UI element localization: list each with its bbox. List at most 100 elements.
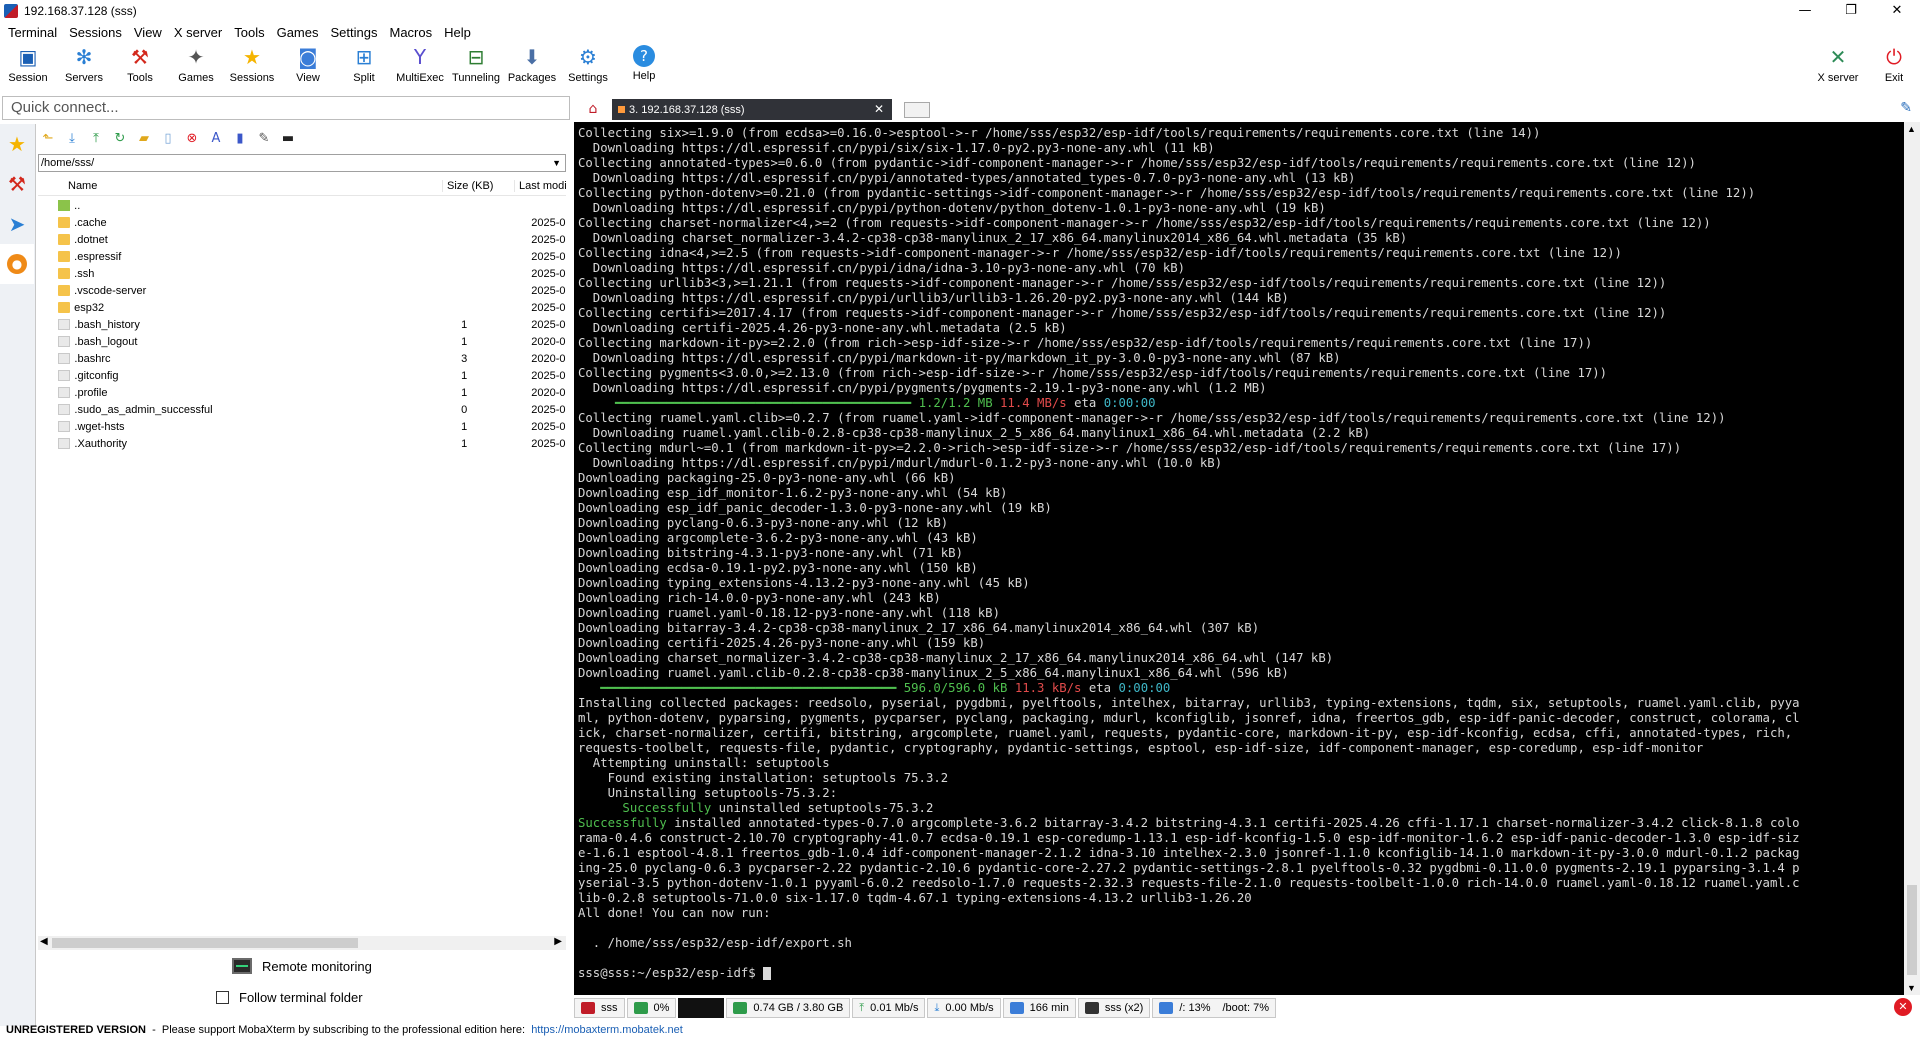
checkbox-box[interactable] xyxy=(216,991,229,1004)
file-row[interactable]: .wget-hsts12025-05- xyxy=(38,418,566,435)
toolbar-tools-button[interactable]: ⚒ Tools xyxy=(112,42,168,92)
parent-folder-icon[interactable]: ⬑ xyxy=(38,129,58,147)
toolbar-exit-button[interactable]: ⏻ Exit xyxy=(1866,42,1920,92)
scrollbar-thumb[interactable] xyxy=(1907,885,1917,975)
terminal-line: Collecting urllib3<3,>=1.21.1 (from requ… xyxy=(578,276,1667,290)
users-icon xyxy=(1084,1002,1099,1014)
folder-icon xyxy=(58,234,71,245)
quick-connect-input[interactable]: Quick connect... xyxy=(2,96,570,120)
paperclip-icon[interactable]: ✎ xyxy=(1900,100,1912,116)
maximize-button[interactable]: ❐ xyxy=(1828,0,1874,22)
toolbar-split-button[interactable]: ⊞ Split xyxy=(336,42,392,92)
toolbar-multiexec-button[interactable]: Y MultiExec xyxy=(392,42,448,92)
vertical-scrollbar[interactable]: ▲ ▼ xyxy=(1904,122,1920,995)
menu-x-server[interactable]: X server xyxy=(168,25,228,40)
toolbar-tunneling-button[interactable]: ⊟ Tunneling xyxy=(448,42,504,92)
sidebar-tab-tools[interactable]: ⚒ xyxy=(0,164,34,204)
status-download: ⤓ 0.00 Mb/s xyxy=(927,998,1001,1018)
terminal-line: Downloading https://dl.espressif.cn/pypi… xyxy=(578,351,1341,365)
minimize-button[interactable]: — xyxy=(1782,0,1828,22)
subscribe-link[interactable]: https://mobaxterm.mobatek.net xyxy=(531,1024,683,1036)
chevron-down-icon[interactable]: ▼ xyxy=(552,155,561,171)
session-icon: ▣ xyxy=(18,45,38,69)
servers-icon: ✻ xyxy=(75,45,93,69)
file-row[interactable]: .bashrc32020-02- xyxy=(38,350,566,367)
upload-icon[interactable]: ⤒ xyxy=(86,129,106,147)
home-tab[interactable]: ⌂ xyxy=(574,98,612,120)
scroll-right-icon[interactable]: ▶ xyxy=(554,936,562,947)
file-row[interactable]: .vscode-server2025-06- xyxy=(38,282,566,299)
toolbar-packages-button[interactable]: ⬇ Packages xyxy=(504,42,560,92)
file-row[interactable]: .cache2025-06- xyxy=(38,214,566,231)
sidebar-tab-macros[interactable]: ➤ xyxy=(0,204,34,244)
new-folder-icon[interactable]: ▰ xyxy=(134,129,154,147)
toolbar-settings-button[interactable]: ⚙ Settings xyxy=(560,42,616,92)
toolbar-x-server-button[interactable]: ✕ X server xyxy=(1810,42,1866,92)
download-icon[interactable]: ⤓ xyxy=(62,129,82,147)
new-tab-button[interactable] xyxy=(904,102,930,118)
permissions-icon[interactable]: ▮ xyxy=(230,129,250,147)
file-row[interactable]: .espressif2025-06- xyxy=(38,248,566,265)
refresh-icon[interactable]: ↻ xyxy=(110,129,130,147)
file-row[interactable]: .. xyxy=(38,197,566,214)
column-modified[interactable]: Last modi xyxy=(514,179,566,192)
rename-icon[interactable]: A xyxy=(206,129,226,147)
session-tab[interactable]: 3. 192.168.37.128 (sss) ✕ xyxy=(612,99,892,120)
toolbar-view-button[interactable]: ◙ View xyxy=(280,42,336,92)
toolbar-session-button[interactable]: ▣ Session xyxy=(0,42,56,92)
scrollbar-thumb[interactable] xyxy=(52,938,358,948)
scroll-left-icon[interactable]: ◀ xyxy=(40,936,48,947)
file-row[interactable]: .profile12020-02- xyxy=(38,384,566,401)
menu-tools[interactable]: Tools xyxy=(228,25,270,40)
file-row[interactable]: .Xauthority12025-06- xyxy=(38,435,566,452)
terminal-line: Downloading esp_idf_monitor-1.6.2-py3-no… xyxy=(578,486,1008,500)
menu-macros[interactable]: Macros xyxy=(383,25,438,40)
scroll-down-icon[interactable]: ▼ xyxy=(1907,983,1916,993)
horizontal-scrollbar[interactable]: ◀ ▶ xyxy=(38,936,566,950)
sftp-path-input[interactable]: /home/sss/ ▼ xyxy=(38,154,566,172)
mobaxterm-logo-icon xyxy=(4,4,18,18)
follow-terminal-folder-checkbox[interactable]: Follow terminal folder xyxy=(216,990,363,1005)
menu-terminal[interactable]: Terminal xyxy=(2,25,63,40)
terminal-output[interactable]: Collecting six>=1.9.0 (from ecdsa>=0.16.… xyxy=(574,122,1904,995)
file-row[interactable]: .bash_logout12020-02- xyxy=(38,333,566,350)
file-row[interactable]: .gitconfig12025-05- xyxy=(38,367,566,384)
terminal-line: ━━━━━━━━━━━━━━━━━━━━━━━━━━━━━━━━━━━━━━━━… xyxy=(615,396,1156,410)
menu-settings[interactable]: Settings xyxy=(325,25,384,40)
toolbar-servers-button[interactable]: ✻ Servers xyxy=(56,42,112,92)
delete-icon[interactable]: ⊗ xyxy=(182,129,202,147)
file-row[interactable]: .sudo_as_admin_successful02025-05- xyxy=(38,401,566,418)
file-row[interactable]: .ssh2025-05- xyxy=(38,265,566,282)
file-row[interactable]: esp322025-05- xyxy=(38,299,566,316)
close-tab-button[interactable]: ✕ xyxy=(874,102,884,116)
terminal-line: Downloading typing_extensions-4.13.2-py3… xyxy=(578,576,1030,590)
remote-monitoring-button[interactable]: Remote monitoring xyxy=(232,958,372,974)
terminal-icon[interactable]: ▬ xyxy=(278,129,298,147)
menu-sessions[interactable]: Sessions xyxy=(63,25,128,40)
file-row[interactable]: .bash_history12025-06- xyxy=(38,316,566,333)
close-window-button[interactable]: ✕ xyxy=(1874,0,1920,22)
download-icon: ⤓ xyxy=(934,1001,940,1014)
view-icon: ◙ xyxy=(298,45,318,69)
toolbar-sessions-button[interactable]: ★ Sessions xyxy=(224,42,280,92)
clock-icon xyxy=(1009,1002,1024,1014)
menu-view[interactable]: View xyxy=(128,25,168,40)
packages-icon: ⬇ xyxy=(523,45,541,69)
sidebar-tab-sftp[interactable]: ● xyxy=(0,244,34,284)
menu-games[interactable]: Games xyxy=(271,25,325,40)
sidebar-tab-sessions[interactable]: ★ xyxy=(0,124,34,164)
scroll-up-icon[interactable]: ▲ xyxy=(1907,124,1916,134)
terminal-cursor xyxy=(763,967,772,980)
upload-icon: ⤒ xyxy=(859,1001,865,1014)
terminal-line: Downloading bitstring-4.3.1-py3-none-any… xyxy=(578,546,963,560)
menu-help[interactable]: Help xyxy=(438,25,477,40)
column-size[interactable]: Size (KB) xyxy=(442,179,514,192)
file-row[interactable]: .dotnet2025-05- xyxy=(38,231,566,248)
toolbar-help-button[interactable]: ? Help xyxy=(616,42,672,92)
terminal-line: Collecting pygments<3.0.0,>=2.13.0 (from… xyxy=(578,366,1608,380)
settings-icon[interactable]: ✎ xyxy=(254,129,274,147)
close-session-icon[interactable]: ✕ xyxy=(1894,998,1912,1016)
toolbar-games-button[interactable]: ✦ Games xyxy=(168,42,224,92)
new-file-icon[interactable]: ▯ xyxy=(158,129,178,147)
column-name[interactable]: Name xyxy=(38,180,442,192)
